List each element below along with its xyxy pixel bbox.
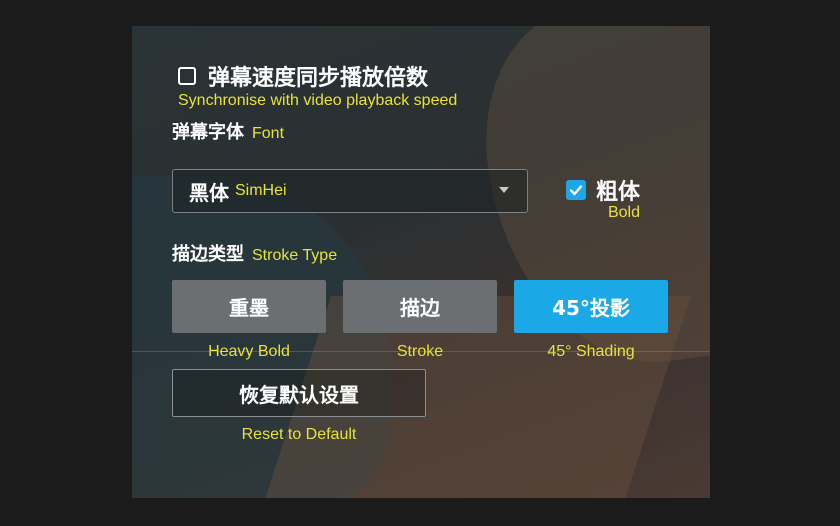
font-select[interactable]: 黑体 SimHei — [172, 169, 528, 213]
bold-translation: Bold — [607, 204, 641, 221]
font-translation: Font — [252, 125, 285, 142]
font-label: 弹幕字体 — [172, 122, 244, 143]
font-select-value: 黑体 — [189, 180, 229, 205]
shading-45-button[interactable]: 45°投影 — [514, 280, 668, 333]
heavy-bold-translation: Heavy Bold — [208, 343, 290, 360]
font-row: 黑体 SimHei 粗体 Bold — [172, 160, 672, 222]
reset-default-button[interactable]: 恢复默认设置 — [172, 369, 426, 417]
font-section-title: 弹幕字体 Font — [172, 118, 672, 144]
bold-checkbox[interactable] — [566, 180, 586, 200]
stroke-type-buttons: 重墨 Heavy Bold 描边 Stroke 45°投影 45° Shadin… — [172, 280, 672, 361]
stroke-label: 描边类型 — [172, 244, 244, 265]
heavy-bold-button[interactable]: 重墨 — [172, 280, 326, 333]
bold-option-row: 粗体 — [566, 174, 640, 206]
settings-content: 弹幕速度同步播放倍数 Synchronise with video playba… — [172, 60, 672, 444]
stroke-option-shading: 45°投影 45° Shading — [514, 280, 668, 361]
stroke-option-stroke: 描边 Stroke — [343, 280, 497, 361]
stroke-button[interactable]: 描边 — [343, 280, 497, 333]
font-select-value-translation: SimHei — [235, 182, 287, 199]
bold-label: 粗体 — [596, 180, 641, 205]
shading-45-translation: 45° Shading — [547, 343, 635, 360]
stroke-translation: Stroke Type — [252, 247, 338, 264]
danmaku-settings-panel: 弹幕速度同步播放倍数 Synchronise with video playba… — [132, 26, 710, 498]
stroke-button-translation: Stroke — [396, 343, 444, 360]
bold-option[interactable]: 粗体 Bold — [566, 174, 640, 222]
sync-speed-label: 弹幕速度同步播放倍数 — [208, 66, 429, 91]
screenshot-stage: 弹幕速度同步播放倍数 Synchronise with video playba… — [0, 0, 840, 526]
sync-speed-option[interactable]: 弹幕速度同步播放倍数 — [172, 60, 672, 92]
chevron-down-icon — [499, 187, 509, 193]
sync-speed-checkbox[interactable] — [178, 67, 196, 85]
checkmark-icon — [569, 185, 583, 196]
sync-speed-translation: Synchronise with video playback speed — [178, 92, 458, 109]
stroke-section-title: 描边类型 Stroke Type — [172, 240, 672, 266]
reset-default-translation: Reset to Default — [241, 426, 357, 443]
stroke-option-heavy: 重墨 Heavy Bold — [172, 280, 326, 361]
